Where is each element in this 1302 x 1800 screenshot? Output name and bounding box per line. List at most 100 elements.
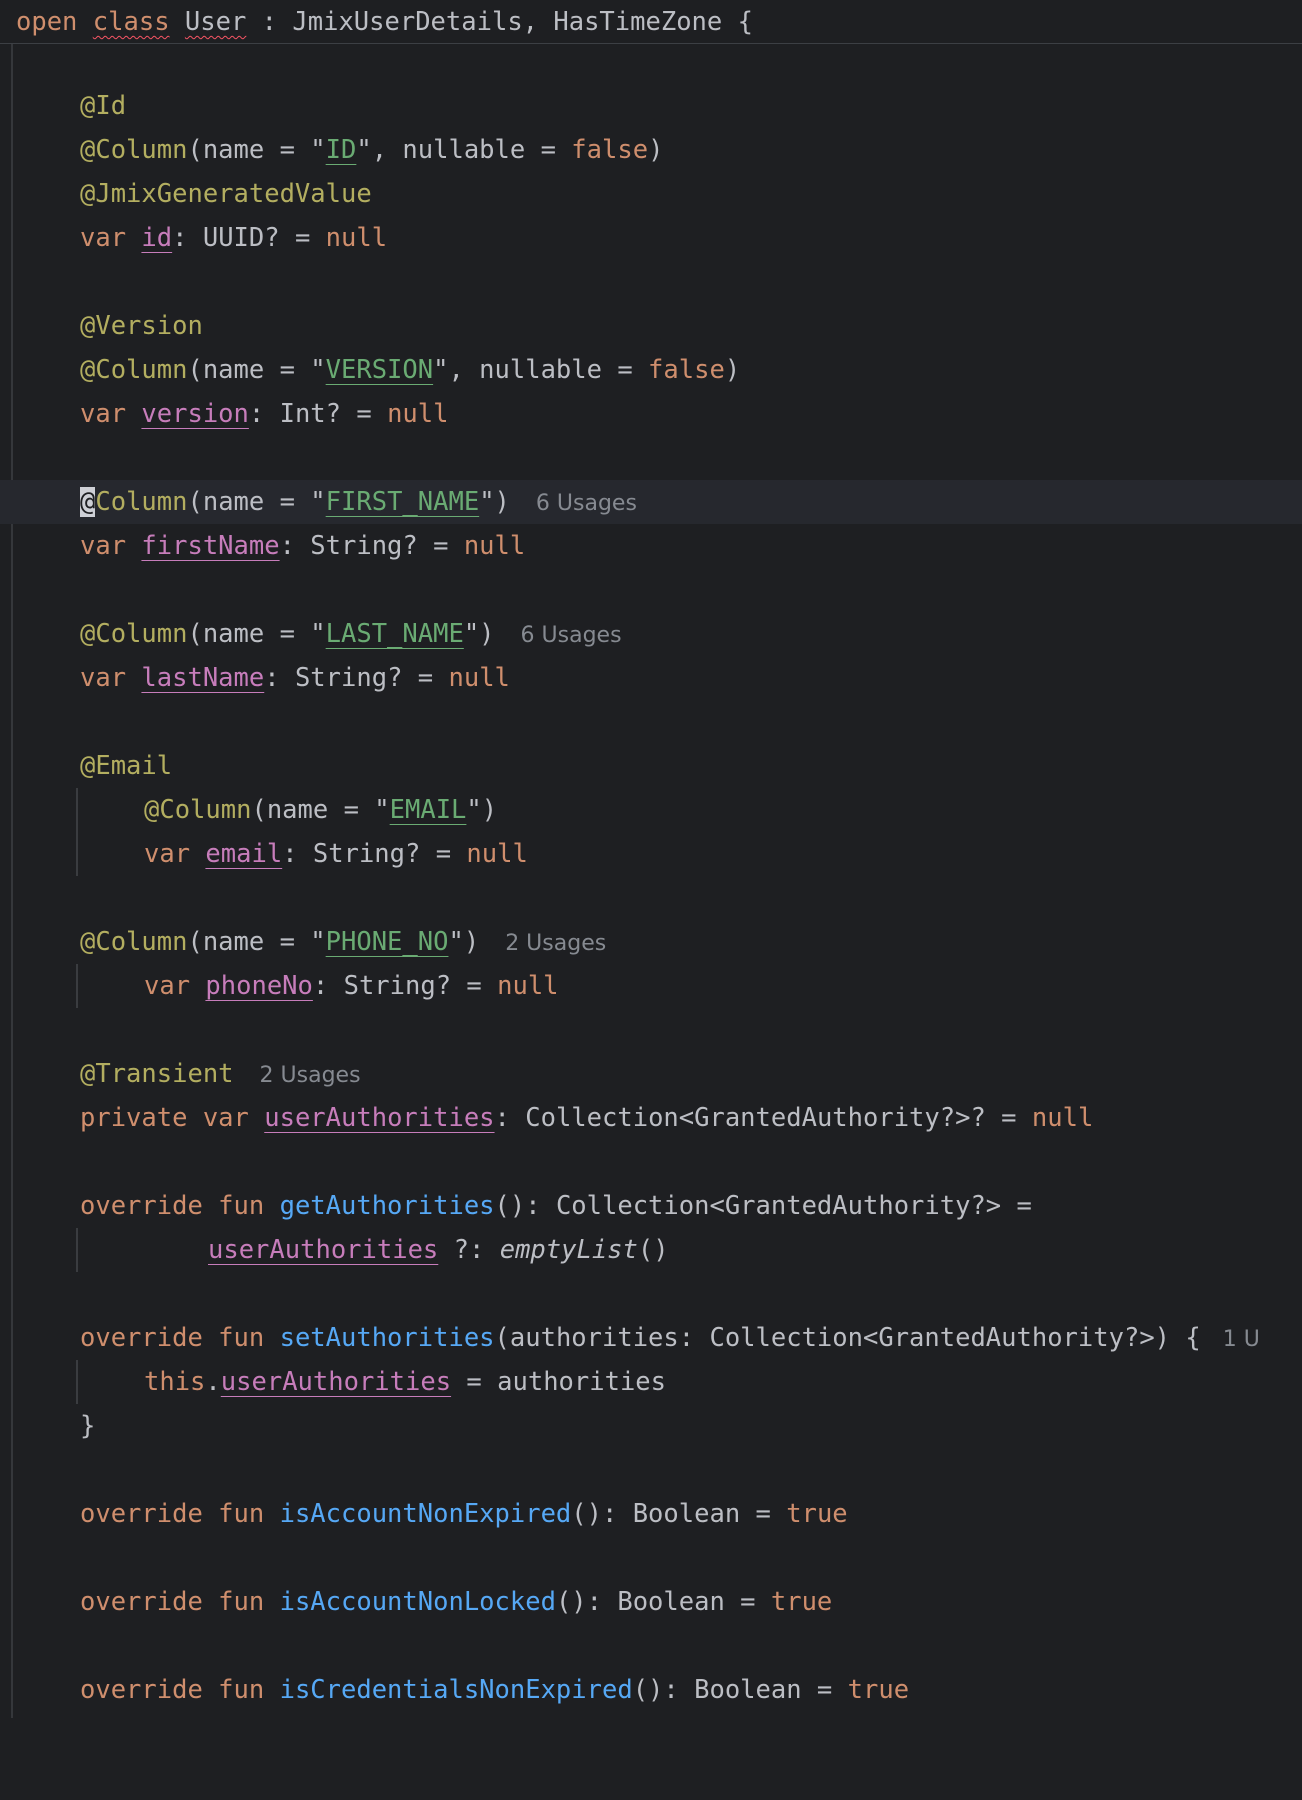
- keyword: var: [144, 971, 191, 1001]
- code-text: (): Boolean =: [632, 1675, 848, 1705]
- code-line: @Email: [0, 744, 1302, 788]
- code-line: @Column(name = "ID", nullable = false): [0, 128, 1302, 172]
- keyword: true: [770, 1587, 833, 1617]
- code-line: var id: UUID? = null: [0, 216, 1302, 260]
- code-text: (name = ": [187, 135, 326, 165]
- code-line: override fun isCredentialsNonExpired(): …: [0, 1668, 1302, 1712]
- keyword: false: [571, 135, 649, 165]
- property-name[interactable]: id: [141, 223, 172, 253]
- sticky-class-header[interactable]: open class User : JmixUserDetails, HasTi…: [0, 0, 1302, 44]
- annotation: @Column: [80, 135, 188, 165]
- code-text: : String? =: [279, 531, 464, 561]
- code-text: (authorities: Collection<GrantedAuthorit…: [494, 1323, 1201, 1353]
- code-text: (): Boolean =: [571, 1499, 787, 1529]
- property-name[interactable]: userAuthorities: [208, 1235, 438, 1265]
- property-name[interactable]: phoneNo: [205, 971, 312, 1001]
- function-name[interactable]: isCredentialsNonExpired: [280, 1675, 633, 1705]
- property-name[interactable]: firstName: [141, 531, 279, 561]
- property-name[interactable]: version: [141, 399, 248, 429]
- code-text: .: [205, 1367, 221, 1397]
- usages-hint[interactable]: 2 Usages: [505, 931, 606, 956]
- keyword: var: [80, 531, 127, 561]
- code-line: open class User : JmixUserDetails, HasTi…: [0, 0, 1302, 44]
- code-text: : String? =: [282, 839, 467, 869]
- code-line: @Id: [0, 84, 1302, 128]
- code-text: : Int? =: [248, 399, 388, 429]
- code-text: (name = ": [187, 619, 326, 649]
- code-text: : String? =: [264, 663, 449, 693]
- annotation: Column: [95, 487, 188, 517]
- code-line: userAuthorities ?: emptyList(): [0, 1228, 1302, 1272]
- code-text: "): [463, 619, 495, 649]
- keyword: private var: [80, 1103, 249, 1133]
- property-name[interactable]: userAuthorities: [264, 1103, 494, 1133]
- keyword: var: [80, 223, 127, 253]
- keyword: null: [497, 971, 559, 1001]
- code-text: "): [466, 795, 498, 825]
- annotation: @Column: [144, 795, 252, 825]
- usages-hint[interactable]: 6 Usages: [521, 623, 622, 648]
- keyword: this: [144, 1367, 206, 1397]
- code-line: var lastName: String? = null: [0, 656, 1302, 700]
- property-name[interactable]: email: [205, 839, 282, 869]
- keyword: class: [92, 7, 170, 37]
- code-line: var firstName: String? = null: [0, 524, 1302, 568]
- keyword: open: [16, 7, 78, 37]
- code-text: ?:: [438, 1235, 500, 1265]
- keyword: var: [144, 839, 191, 869]
- code-line: override fun isAccountNonLocked(): Boole…: [0, 1580, 1302, 1624]
- code-line: }: [0, 1404, 1302, 1448]
- text-caret: @: [80, 487, 96, 517]
- keyword: true: [786, 1499, 848, 1529]
- code-line: this.userAuthorities = authorities: [0, 1360, 1302, 1404]
- keyword: false: [648, 355, 725, 385]
- code-line: @Transient 2 Usages: [0, 1052, 1302, 1096]
- code-text: (name = ": [251, 795, 390, 825]
- usages-hint[interactable]: 6 Usages: [536, 491, 637, 516]
- keyword: null: [387, 399, 449, 429]
- code-line: @Version: [0, 304, 1302, 348]
- code-text: (): [637, 1235, 669, 1265]
- closing-brace: }: [80, 1411, 96, 1441]
- code-text: : String? =: [312, 971, 498, 1001]
- code-line: var version: Int? = null: [0, 392, 1302, 436]
- code-editor[interactable]: open class User : JmixUserDetails, HasTi…: [0, 0, 1302, 1718]
- code-line: @Column(name = "LAST_NAME") 6 Usages: [0, 612, 1302, 656]
- keyword: override fun: [80, 1323, 265, 1353]
- property-name[interactable]: lastName: [141, 663, 264, 693]
- string-literal: VERSION: [325, 355, 434, 385]
- annotation: @JmixGeneratedValue: [80, 179, 372, 209]
- code-line: override fun setAuthorities(authorities:…: [0, 1316, 1302, 1360]
- keyword: null: [448, 663, 510, 693]
- string-literal: EMAIL: [389, 795, 467, 825]
- current-code-line: @Column(name = "FIRST_NAME") 6 Usages: [0, 480, 1302, 524]
- string-literal: ID: [325, 135, 357, 165]
- keyword: null: [325, 223, 388, 253]
- annotation: @Email: [80, 751, 173, 781]
- code-text: (name = ": [187, 355, 326, 385]
- class-name: User: [184, 7, 247, 37]
- function-name[interactable]: getAuthorities: [280, 1191, 495, 1221]
- function-name[interactable]: isAccountNonLocked: [280, 1587, 556, 1617]
- code-text: (): Boolean =: [555, 1587, 771, 1617]
- function-name[interactable]: isAccountNonExpired: [280, 1499, 572, 1529]
- code-text: ", nullable =: [433, 355, 649, 385]
- code-line: @JmixGeneratedValue: [0, 172, 1302, 216]
- usages-hint[interactable]: 2 Usages: [260, 1063, 361, 1088]
- keyword: null: [463, 531, 526, 561]
- code-line: @Column(name = "PHONE_NO") 2 Usages: [0, 920, 1302, 964]
- keyword: null: [1031, 1103, 1094, 1133]
- code-text: "): [479, 487, 510, 517]
- code-text: ): [724, 355, 741, 385]
- code-line: var phoneNo: String? = null: [0, 964, 1302, 1008]
- property-name[interactable]: userAuthorities: [221, 1367, 451, 1397]
- annotation: @Column: [80, 355, 188, 385]
- code-text: "): [448, 927, 480, 957]
- code-text: : Collection<GrantedAuthority?>? =: [494, 1103, 1032, 1133]
- code-line: @Column(name = "EMAIL"): [0, 788, 1302, 832]
- annotation: @Version: [80, 311, 203, 341]
- keyword: override fun: [80, 1587, 265, 1617]
- function-name[interactable]: setAuthorities: [280, 1323, 495, 1353]
- function-call[interactable]: emptyList: [500, 1235, 638, 1265]
- usages-hint[interactable]: 1 U: [1223, 1327, 1260, 1352]
